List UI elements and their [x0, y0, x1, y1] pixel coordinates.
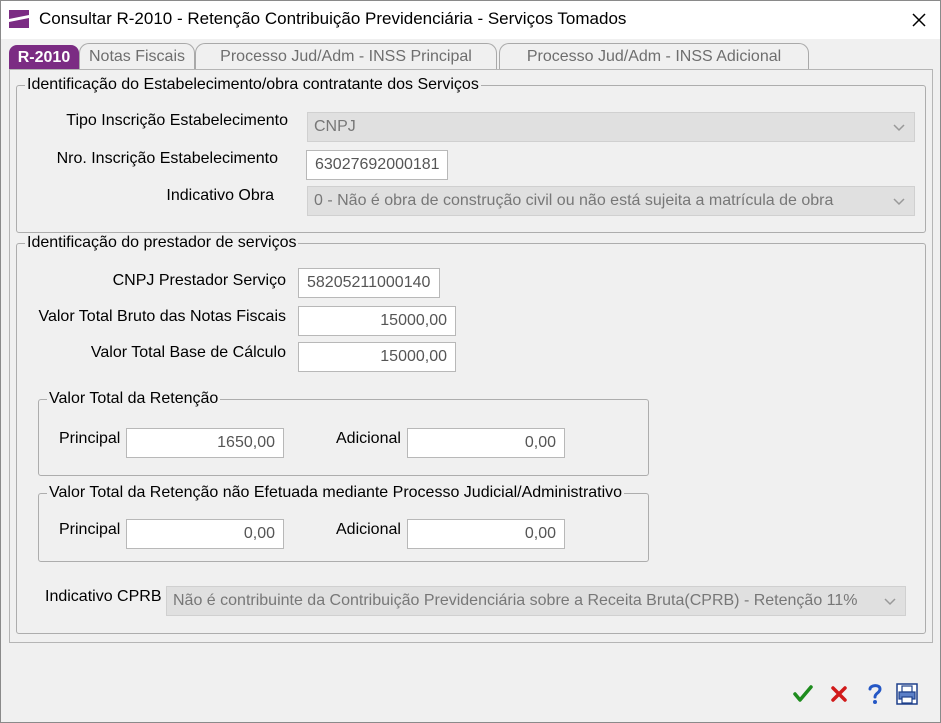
tipo-inscricao-value: CNPJ: [314, 118, 356, 135]
tipo-inscricao-label: Tipo Inscrição Estabelecimento: [66, 112, 288, 129]
estabelecimento-legend: Identificação do Estabelecimento/obra co…: [27, 76, 479, 93]
x-icon[interactable]: [830, 685, 848, 703]
title-bar: Consultar R-2010 - Retenção Contribuição…: [1, 1, 940, 39]
retencao-principal-label: Principal: [59, 430, 121, 447]
chevron-down-icon: [893, 198, 905, 206]
valor-base-label: Valor Total Base de Cálculo: [90, 344, 286, 361]
close-button[interactable]: [904, 5, 934, 35]
nao-efetuada-adicional-field[interactable]: 0,00: [407, 519, 565, 549]
indicativo-obra-select[interactable]: 0 - Não é obra de construção civil ou nã…: [307, 186, 915, 216]
checkmark-icon[interactable]: [793, 685, 813, 703]
nao-efetuada-adicional-label: Adicional: [336, 521, 401, 538]
cnpj-prestador-field[interactable]: 58205211000140: [298, 268, 440, 298]
tab-processo-principal[interactable]: Processo Jud/Adm - INSS Principal: [195, 43, 497, 70]
close-icon[interactable]: [911, 12, 927, 28]
valor-bruto-label: Valor Total Bruto das Notas Fiscais: [38, 308, 286, 325]
valor-bruto-field[interactable]: 15000,00: [298, 306, 456, 336]
tab-strip: Processo Jud/Adm - INSS Principal Proces…: [9, 42, 929, 70]
cprb-select[interactable]: Não é contribuinte da Contribuição Previ…: [166, 586, 906, 616]
print-button[interactable]: [894, 681, 920, 707]
nro-inscricao-field[interactable]: 63027692000181: [306, 150, 448, 180]
tab-notas-fiscais[interactable]: Notas Fiscais: [79, 43, 195, 70]
prestador-legend: Identificação do prestador de serviços: [27, 234, 297, 251]
nao-efetuada-legend: Valor Total da Retenção não Efetuada med…: [49, 484, 623, 501]
printer-icon[interactable]: [895, 682, 919, 706]
retencao-adicional-field[interactable]: 0,00: [407, 428, 565, 458]
retencao-principal-field[interactable]: 1650,00: [126, 428, 284, 458]
cprb-label: Indicativo CPRB: [45, 588, 162, 605]
dialog-window: Consultar R-2010 - Retenção Contribuição…: [0, 0, 941, 723]
tab-r2010[interactable]: R-2010: [9, 45, 79, 69]
nro-inscricao-label: Nro. Inscrição Estabelecimento: [56, 150, 278, 167]
tipo-inscricao-select[interactable]: CNPJ: [307, 112, 915, 142]
cancel-button[interactable]: [826, 681, 852, 707]
nao-efetuada-principal-field[interactable]: 0,00: [126, 519, 284, 549]
confirm-button[interactable]: [790, 681, 816, 707]
cnpj-prestador-label: CNPJ Prestador Serviço: [112, 272, 286, 289]
retencao-adicional-label: Adicional: [336, 430, 401, 447]
help-button[interactable]: [862, 681, 888, 707]
question-icon[interactable]: [867, 683, 883, 705]
indicativo-obra-value: 0 - Não é obra de construção civil ou nã…: [314, 192, 834, 209]
cprb-value: Não é contribuinte da Contribuição Previ…: [173, 592, 858, 609]
chevron-down-icon: [884, 598, 896, 606]
indicativo-obra-label: Indicativo Obra: [166, 187, 274, 204]
retencao-legend: Valor Total da Retenção: [49, 390, 219, 407]
chevron-down-icon: [893, 124, 905, 132]
valor-base-field[interactable]: 15000,00: [298, 342, 456, 372]
tab-processo-adicional[interactable]: Processo Jud/Adm - INSS Adicional: [499, 43, 809, 70]
tab-panel: Identificação do Estabelecimento/obra co…: [9, 69, 933, 643]
nao-efetuada-principal-label: Principal: [59, 521, 121, 538]
window-title: Consultar R-2010 - Retenção Contribuição…: [39, 9, 627, 28]
app-icon: [9, 10, 29, 28]
